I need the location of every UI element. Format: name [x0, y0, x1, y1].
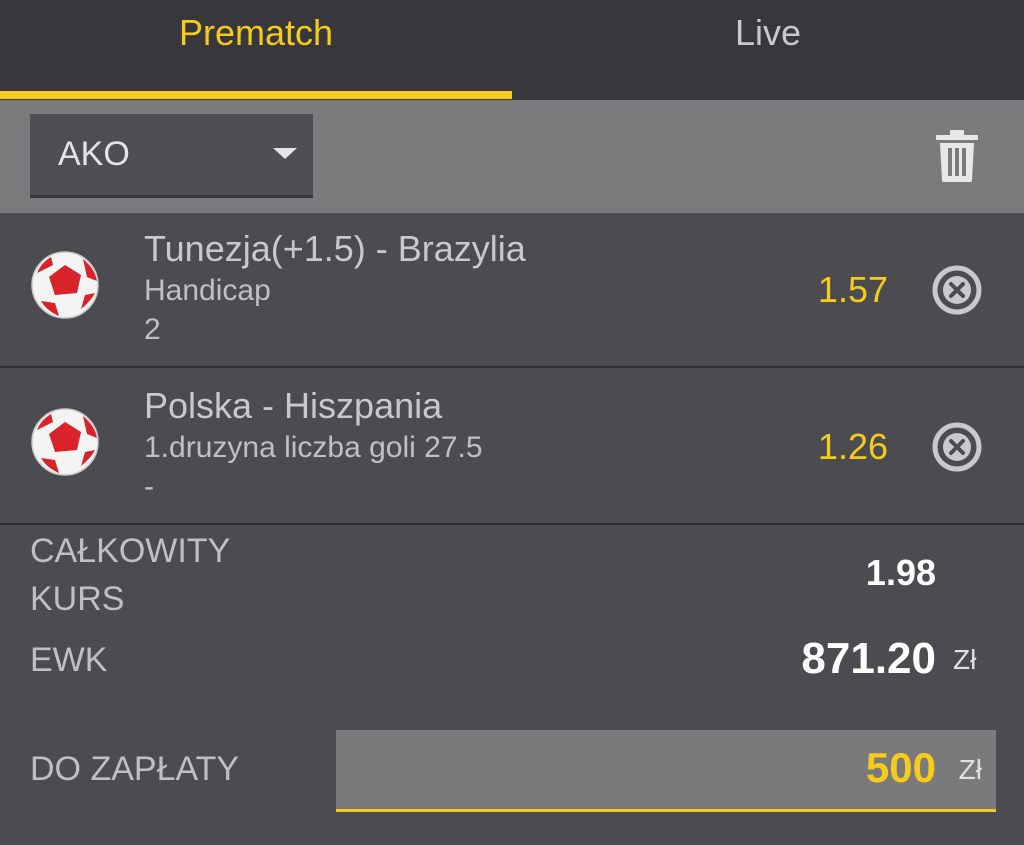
bet-row: Tunezja(+1.5) - Brazylia Handicap 2 1.57	[0, 213, 1024, 368]
ewk-currency: Zł	[953, 644, 977, 675]
bet-odds: 1.26	[817, 426, 888, 467]
stake-currency: Zł	[958, 754, 982, 785]
ewk-label: EWK	[30, 641, 108, 679]
bet-type-value: AKO	[58, 135, 130, 173]
caret-down-icon	[273, 148, 297, 159]
remove-bet-icon[interactable]	[932, 422, 982, 472]
tab-bar: Prematch Live	[0, 0, 1024, 100]
football-icon	[31, 251, 99, 319]
pick-value: -	[144, 470, 154, 503]
bet-details: Polska - Hiszpania 1.druzyna liczba goli…	[144, 384, 483, 506]
active-tab-indicator	[0, 91, 512, 99]
trash-icon[interactable]	[934, 130, 980, 182]
match-name: Polska - Hiszpania	[144, 385, 443, 426]
ewk-value: 871.20	[801, 634, 936, 683]
market-name: 1.druzyna liczba goli 27.5	[144, 431, 483, 464]
betslip-toolbar: AKO	[0, 100, 1024, 213]
to-pay-label: DO ZAPŁATY	[30, 750, 240, 788]
bet-details: Tunezja(+1.5) - Brazylia Handicap 2	[144, 227, 526, 349]
total-odds-label-line1: CAŁKOWITY	[30, 532, 231, 570]
bet-odds: 1.57	[817, 269, 888, 310]
bet-row: Polska - Hiszpania 1.druzyna liczba goli…	[0, 370, 1024, 525]
total-odds-value: 1.98	[865, 552, 936, 593]
football-icon	[31, 408, 99, 476]
remove-bet-icon[interactable]	[932, 265, 982, 315]
total-odds-label-line2: KURS	[30, 580, 125, 618]
stake-value: 500	[865, 744, 936, 791]
tab-live[interactable]: Live	[512, 0, 1024, 100]
pick-value: 2	[144, 313, 161, 346]
match-name: Tunezja(+1.5) - Brazylia	[144, 228, 526, 269]
total-odds-label: CAŁKOWITY KURS	[30, 527, 230, 623]
stake-input[interactable]: 500 Zł	[336, 730, 996, 812]
tab-prematch[interactable]: Prematch	[0, 0, 512, 100]
bet-type-select[interactable]: AKO	[30, 114, 313, 198]
market-name: Handicap	[144, 274, 271, 307]
